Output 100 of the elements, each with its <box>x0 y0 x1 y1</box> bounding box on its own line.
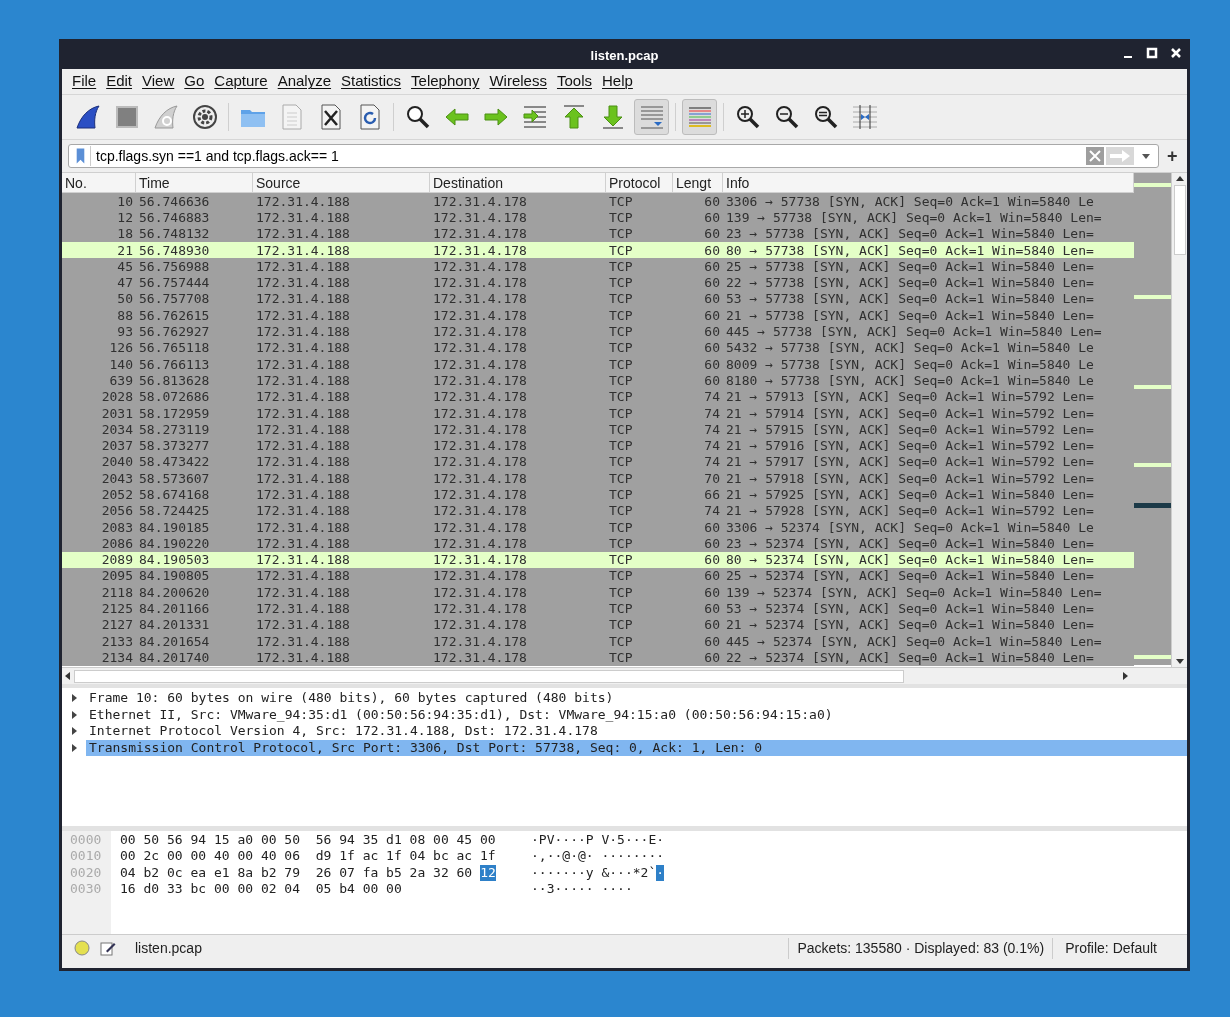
menu-item[interactable]: View <box>138 70 179 93</box>
table-cell-text: 172.31.4.178 <box>432 471 528 485</box>
packet-row[interactable]: 2037 58.373277 172.31.4.188 172.31.4.178 TCP 74 21 → 57916 [SYN, ACK] Seq=0 Ack=1 Win=5792 Len= <box>62 437 1134 454</box>
table-cell-text: 639 <box>108 373 134 387</box>
table-cell-text: 84.201166 <box>138 602 211 616</box>
table-cell-text: 56.756988 <box>138 259 211 273</box>
table-cell-text: TCP <box>608 390 634 404</box>
menu-item[interactable]: Tools <box>552 70 596 93</box>
column-header[interactable]: Time <box>136 173 253 192</box>
table-cell-text: 56.748930 <box>138 243 211 257</box>
menu-item[interactable]: Capture <box>210 70 272 93</box>
edit-note-icon[interactable] <box>100 940 116 956</box>
vertical-scrollbar[interactable] <box>1171 173 1187 667</box>
packet-row[interactable]: 88 56.762615 172.31.4.188 172.31.4.178 TCP 60 21 → 57738 [SYN, ACK] Seq=0 Ack=1 Win=5840 Len= <box>62 307 1134 324</box>
detail-line[interactable]: Frame 10: 60 bytes on wire (480 bits), 60 bytes captured (480 bits) <box>86 690 1187 707</box>
column-header[interactable]: Lengt <box>673 173 723 192</box>
table-cell-text: TCP <box>608 618 634 632</box>
table-cell-text: 2133 <box>100 634 134 648</box>
maximize-icon[interactable] <box>1145 46 1159 60</box>
packet-row[interactable]: 2133 84.201654 172.31.4.188 172.31.4.178 TCP 60 445 → 52374 [SYN, ACK] Seq=0 Ack=1 Win=5840 Len= <box>62 633 1134 650</box>
table-cell-text: 23 → 52374 [SYN, ACK] Seq=0 Ack=1 Win=5840 Len= <box>725 536 1095 550</box>
table-cell-text: 2083 <box>100 520 134 534</box>
table-cell-text: 21 → 57918 [SYN, ACK] Seq=0 Ack=1 Win=5792 Len= <box>725 471 1095 485</box>
packet-row[interactable]: 639 56.813628 172.31.4.188 172.31.4.178 TCP 60 8180 → 57738 [SYN, ACK] Seq=0 Ack=1 Win=5840 Le <box>62 372 1134 389</box>
packet-row[interactable]: 10 56.746636 172.31.4.188 172.31.4.178 TCP 60 3306 → 57738 [SYN, ACK] Seq=0 Ack=1 Win=5840 Le <box>62 193 1134 210</box>
packet-row[interactable]: 2043 58.573607 172.31.4.188 172.31.4.178 TCP 70 21 → 57918 [SYN, ACK] Seq=0 Ack=1 Win=5792 Len= <box>62 470 1134 487</box>
expand-arrow-icon[interactable] <box>69 726 79 737</box>
table-cell-text: 139 → 52374 [SYN, ACK] Seq=0 Ack=1 Win=5840 Len= <box>725 585 1103 599</box>
packet-row[interactable]: 45 56.756988 172.31.4.188 172.31.4.178 TCP 60 25 → 57738 [SYN, ACK] Seq=0 Ack=1 Win=5840 Len= <box>62 258 1134 275</box>
horizontal-scrollbar[interactable] <box>62 667 1187 684</box>
scrollbar-thumb[interactable] <box>74 669 904 683</box>
table-cell-text: 3306 → 52374 [SYN, ACK] Seq=0 Ack=1 Win=5840 Le <box>725 520 1095 534</box>
table-cell-text: 60 <box>703 553 721 567</box>
table-cell-text: 172.31.4.188 <box>255 422 351 436</box>
menu-item[interactable]: Help <box>598 70 637 93</box>
table-cell-text: 58.674168 <box>138 488 211 501</box>
column-header[interactable]: Protocol <box>606 173 673 192</box>
packet-row[interactable]: 2134 84.201740 172.31.4.188 172.31.4.178 TCP 60 22 → 52374 [SYN, ACK] Seq=0 Ack=1 Win=5840 Len= <box>62 649 1134 666</box>
table-cell-text: 172.31.4.188 <box>255 357 351 371</box>
offset-label: 0000 <box>69 832 103 849</box>
packet-row[interactable]: 2052 58.674168 172.31.4.188 172.31.4.178 TCP 66 21 → 57925 [SYN, ACK] Seq=0 Ack=1 Win=5840 Len= <box>62 486 1134 503</box>
expand-arrow-icon[interactable] <box>69 742 79 753</box>
column-header[interactable]: Source <box>253 173 430 192</box>
menu-item[interactable]: Go <box>180 70 209 93</box>
packet-row[interactable]: 2118 84.200620 172.31.4.188 172.31.4.178 TCP 60 139 → 52374 [SYN, ACK] Seq=0 Ack=1 Win=5840 Len= <box>62 584 1134 601</box>
table-cell-text: 172.31.4.178 <box>432 341 528 355</box>
settings-icon <box>191 104 218 130</box>
table-cell-text: 58.273119 <box>138 422 211 436</box>
packet-row[interactable]: 2125 84.201166 172.31.4.188 172.31.4.178 TCP 60 53 → 52374 [SYN, ACK] Seq=0 Ack=1 Win=5840 Len= <box>62 600 1134 617</box>
table-cell-text: 172.31.4.188 <box>255 390 351 404</box>
packet-row[interactable]: 2086 84.190220 172.31.4.188 172.31.4.178 TCP 60 23 → 52374 [SYN, ACK] Seq=0 Ack=1 Win=5840 Len= <box>62 535 1134 552</box>
expand-arrow-icon[interactable] <box>69 709 79 720</box>
profile-label[interactable]: Profile: Default <box>1052 937 1169 959</box>
expand-arrow-icon[interactable] <box>69 693 79 704</box>
table-cell-text: 172.31.4.178 <box>432 439 528 453</box>
table-cell-text: 58.724425 <box>138 504 211 518</box>
table-cell-text: 172.31.4.178 <box>432 520 528 534</box>
resize-columns-icon <box>851 104 878 130</box>
table-cell-text: 172.31.4.188 <box>255 455 351 469</box>
packet-row[interactable]: 2034 58.273119 172.31.4.188 172.31.4.178 TCP 74 21 → 57915 [SYN, ACK] Seq=0 Ack=1 Win=5792 Len= <box>62 421 1134 438</box>
table-cell-text: 2040 <box>100 455 134 469</box>
column-header[interactable]: No. <box>62 173 136 192</box>
column-header[interactable]: Destination <box>430 173 606 192</box>
table-cell-text: 21 → 57913 [SYN, ACK] Seq=0 Ack=1 Win=5792 Len= <box>725 390 1095 404</box>
table-cell-text: 445 → 57738 [SYN, ACK] Seq=0 Ack=1 Win=5840 Len= <box>725 325 1103 338</box>
table-cell-text: 58.573607 <box>138 471 211 485</box>
packet-row[interactable]: 12 56.746883 172.31.4.188 172.31.4.178 TCP 60 139 → 57738 [SYN, ACK] Seq=0 Ack=1 Win=5840 Len= <box>62 209 1134 226</box>
table-cell-text: TCP <box>608 569 634 583</box>
display-filter-field[interactable]: tcp.flags.syn ==1 and tcp.flags.ack== 1 <box>68 144 1159 168</box>
table-cell-text: 23 → 57738 [SYN, ACK] Seq=0 Ack=1 Win=5840 Len= <box>725 227 1095 241</box>
table-cell-text: TCP <box>608 406 634 420</box>
scrollbar-thumb[interactable] <box>1173 185 1186 255</box>
table-cell-text: 21 → 57917 [SYN, ACK] Seq=0 Ack=1 Win=5792 Len= <box>725 455 1095 469</box>
table-cell-text: 172.31.4.188 <box>255 341 351 355</box>
table-cell-text: 2095 <box>100 569 134 583</box>
table-cell-text: 172.31.4.178 <box>432 504 528 518</box>
hex-bytes: 16 d0 33 bc 00 00 02 04 05 b4 00 00 <box>120 880 402 898</box>
table-cell-text: 126 <box>108 341 134 355</box>
table-cell-text: TCP <box>608 634 634 648</box>
menu-item[interactable]: Wireless <box>485 70 551 93</box>
table-cell-text: 172.31.4.188 <box>255 618 351 632</box>
close-icon[interactable] <box>1169 46 1183 60</box>
table-cell-text: 172.31.4.188 <box>255 373 351 387</box>
table-cell-text: TCP <box>608 471 634 485</box>
table-cell-text: 172.31.4.178 <box>432 210 528 224</box>
menu-item[interactable]: File <box>68 70 101 93</box>
clear-icon[interactable] <box>1086 147 1104 165</box>
packet-row[interactable]: 93 56.762927 172.31.4.188 172.31.4.178 TCP 60 445 → 57738 [SYN, ACK] Seq=0 Ack=1 Win=5840 Len= <box>62 323 1134 340</box>
table-cell-text: 60 <box>703 585 721 599</box>
menu-item[interactable]: Edit <box>102 70 137 93</box>
detail-line[interactable]: Internet Protocol Version 4, Src: 172.31.4.188, Dst: 172.31.4.178 <box>86 723 1187 740</box>
menu-item[interactable]: Statistics <box>337 70 406 93</box>
packet-row[interactable]: 47 56.757444 172.31.4.188 172.31.4.178 TCP 60 22 → 57738 [SYN, ACK] Seq=0 Ack=1 Win=5840 Len= <box>62 274 1134 291</box>
menu-item[interactable]: Analyze <box>273 70 336 93</box>
table-cell-text: 8009 → 57738 [SYN, ACK] Seq=0 Ack=1 Win=5840 Le <box>725 357 1095 371</box>
menu-item[interactable]: Telephony <box>407 70 484 93</box>
table-cell-text: TCP <box>608 536 634 550</box>
table-cell-text: 22 → 52374 [SYN, ACK] Seq=0 Ack=1 Win=5840 Len= <box>725 650 1095 664</box>
add-filter-button[interactable]: + <box>1167 142 1181 170</box>
detail-line[interactable]: Ethernet II, Src: VMware_94:35:d1 (00:50:56:94:35:d1), Dst: VMware_94:15:a0 (00:50:56:94:15:a0) <box>86 706 1187 723</box>
